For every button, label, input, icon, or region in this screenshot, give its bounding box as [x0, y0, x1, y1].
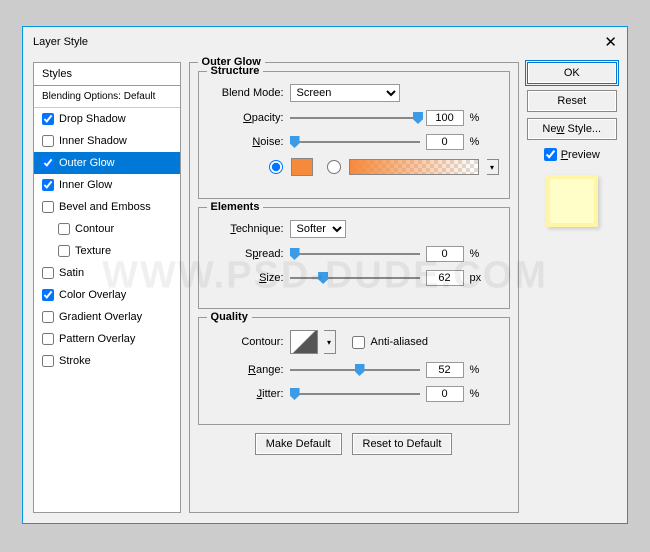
style-item-gradient-overlay[interactable]: Gradient Overlay	[34, 306, 180, 328]
style-item-pattern-overlay[interactable]: Pattern Overlay	[34, 328, 180, 350]
range-input[interactable]: 52	[426, 362, 464, 378]
elements-legend: Elements	[207, 201, 264, 213]
right-panel: OK Reset New Style... Preview	[527, 62, 617, 513]
style-item-label: Inner Shadow	[59, 135, 127, 147]
size-input[interactable]: 62	[426, 270, 464, 286]
styles-list: Styles Blending Options: Default Drop Sh…	[33, 62, 181, 513]
size-slider[interactable]	[290, 277, 420, 279]
jitter-input[interactable]: 0	[426, 386, 464, 402]
dialog-title: Layer Style	[33, 36, 88, 48]
antialiased-label: Anti-aliased	[371, 336, 428, 348]
gradient-swatch[interactable]	[349, 159, 479, 175]
reset-default-button[interactable]: Reset to Default	[352, 433, 453, 455]
technique-select[interactable]: Softer	[290, 220, 346, 238]
style-item-label: Inner Glow	[59, 179, 112, 191]
elements-group: Elements Technique: Softer Spread: 0 % S…	[198, 207, 510, 309]
preview-label: Preview	[561, 149, 600, 161]
spread-unit: %	[470, 248, 480, 260]
style-checkbox[interactable]	[42, 333, 54, 345]
range-slider[interactable]	[290, 369, 420, 371]
style-item-texture[interactable]: Texture	[34, 240, 180, 262]
size-label: Size:	[209, 272, 284, 284]
spread-input[interactable]: 0	[426, 246, 464, 262]
range-unit: %	[470, 364, 480, 376]
style-item-contour[interactable]: Contour	[34, 218, 180, 240]
style-checkbox[interactable]	[42, 157, 54, 169]
style-checkbox[interactable]	[42, 289, 54, 301]
styles-header[interactable]: Styles	[34, 63, 180, 86]
style-item-label: Gradient Overlay	[59, 311, 142, 323]
contour-dropdown-icon[interactable]: ▾	[324, 330, 336, 354]
antialiased-checkbox[interactable]	[352, 336, 365, 349]
noise-slider[interactable]	[290, 141, 420, 143]
blend-mode-select[interactable]: Screen	[290, 84, 400, 102]
noise-unit: %	[470, 136, 480, 148]
technique-label: Technique:	[209, 223, 284, 235]
jitter-label: Jitter:	[209, 388, 284, 400]
make-default-button[interactable]: Make Default	[255, 433, 342, 455]
opacity-slider[interactable]	[290, 117, 420, 119]
style-checkbox[interactable]	[58, 245, 70, 257]
settings-panel: Outer Glow Structure Blend Mode: Screen …	[189, 62, 519, 513]
quality-group: Quality Contour: ▾ Anti-aliased Range: 5…	[198, 317, 510, 425]
style-item-bevel-and-emboss[interactable]: Bevel and Emboss	[34, 196, 180, 218]
structure-group: Structure Blend Mode: Screen Opacity: 10…	[198, 71, 510, 199]
contour-label: Contour:	[209, 336, 284, 348]
color-swatch[interactable]	[291, 158, 313, 176]
contour-picker[interactable]	[290, 330, 318, 354]
style-item-label: Color Overlay	[59, 289, 126, 301]
blend-mode-label: Blend Mode:	[209, 87, 284, 99]
style-item-label: Stroke	[59, 355, 91, 367]
style-item-inner-shadow[interactable]: Inner Shadow	[34, 130, 180, 152]
opacity-label: Opacity:	[209, 112, 284, 124]
style-checkbox[interactable]	[42, 355, 54, 367]
ok-button[interactable]: OK	[527, 62, 617, 84]
structure-legend: Structure	[207, 65, 264, 77]
close-icon[interactable]: ✕	[604, 33, 617, 51]
preview-checkbox[interactable]	[544, 148, 557, 161]
quality-legend: Quality	[207, 311, 252, 323]
style-checkbox[interactable]	[42, 113, 54, 125]
gradient-dropdown-icon[interactable]: ▾	[487, 159, 499, 175]
blending-options-row[interactable]: Blending Options: Default	[34, 86, 180, 108]
noise-label: Noise:	[209, 136, 284, 148]
preview-thumbnail	[546, 175, 598, 227]
jitter-unit: %	[470, 388, 480, 400]
spread-slider[interactable]	[290, 253, 420, 255]
opacity-unit: %	[470, 112, 480, 124]
style-item-outer-glow[interactable]: Outer Glow	[34, 152, 180, 174]
style-item-color-overlay[interactable]: Color Overlay	[34, 284, 180, 306]
new-style-button[interactable]: New Style...	[527, 118, 617, 140]
opacity-input[interactable]: 100	[426, 110, 464, 126]
reset-button[interactable]: Reset	[527, 90, 617, 112]
layer-style-dialog: Layer Style ✕ Styles Blending Options: D…	[22, 26, 628, 524]
color-radio[interactable]	[269, 160, 283, 174]
noise-input[interactable]: 0	[426, 134, 464, 150]
size-unit: px	[470, 272, 482, 284]
titlebar: Layer Style ✕	[23, 27, 627, 57]
gradient-radio[interactable]	[327, 160, 341, 174]
jitter-slider[interactable]	[290, 393, 420, 395]
style-item-label: Drop Shadow	[59, 113, 126, 125]
style-item-label: Bevel and Emboss	[59, 201, 151, 213]
style-checkbox[interactable]	[42, 267, 54, 279]
style-item-label: Satin	[59, 267, 84, 279]
style-item-satin[interactable]: Satin	[34, 262, 180, 284]
style-checkbox[interactable]	[42, 201, 54, 213]
style-item-drop-shadow[interactable]: Drop Shadow	[34, 108, 180, 130]
style-checkbox[interactable]	[42, 311, 54, 323]
style-item-stroke[interactable]: Stroke	[34, 350, 180, 372]
style-item-label: Outer Glow	[59, 157, 115, 169]
style-item-inner-glow[interactable]: Inner Glow	[34, 174, 180, 196]
style-item-label: Texture	[75, 245, 111, 257]
style-item-label: Pattern Overlay	[59, 333, 135, 345]
spread-label: Spread:	[209, 248, 284, 260]
style-checkbox[interactable]	[58, 223, 70, 235]
style-checkbox[interactable]	[42, 135, 54, 147]
style-item-label: Contour	[75, 223, 114, 235]
style-checkbox[interactable]	[42, 179, 54, 191]
range-label: Range:	[209, 364, 284, 376]
